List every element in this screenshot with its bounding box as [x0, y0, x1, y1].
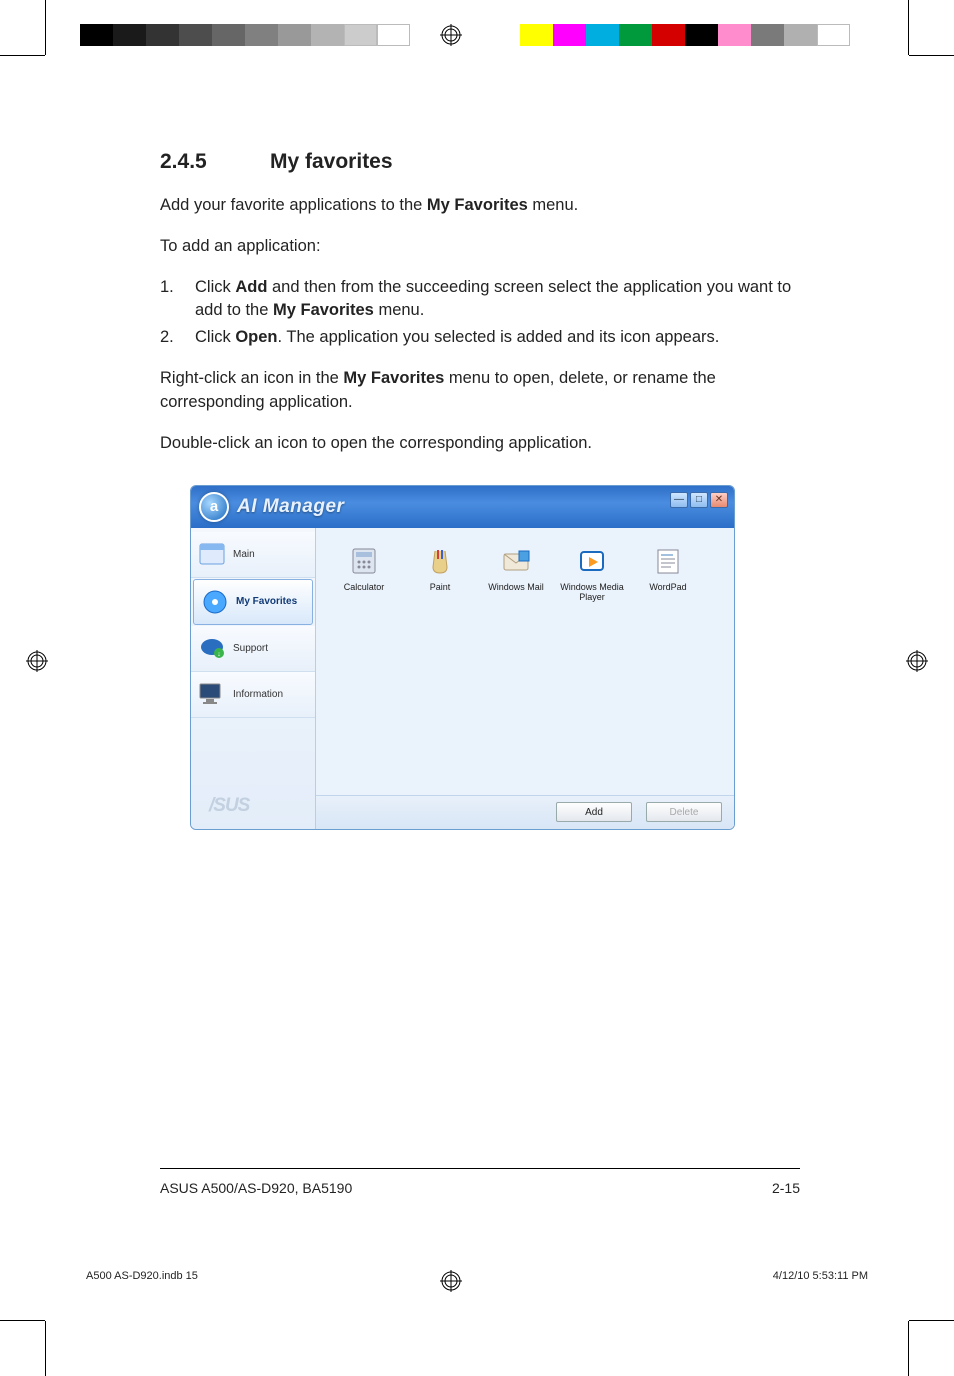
sidebar-item-label: Main	[233, 549, 255, 560]
crop-mark	[0, 1320, 45, 1321]
crop-mark	[45, 1321, 46, 1376]
crop-mark	[908, 1321, 909, 1376]
imposition-footer: A500 AS-D920.indb 15 4/12/10 5:53:11 PM	[86, 1270, 868, 1282]
to-add-line: To add an application:	[160, 235, 800, 258]
favorite-label: Calculator	[344, 582, 385, 592]
favorite-label: Windows Media Player	[560, 582, 624, 602]
svg-text:↓: ↓	[217, 651, 221, 658]
main-panel: Calculator Paint Windows Mail	[316, 528, 734, 829]
crop-mark	[908, 0, 909, 55]
sidebar-item-information[interactable]: Information	[191, 672, 315, 718]
crop-mark	[45, 0, 46, 55]
calculator-icon	[346, 546, 382, 576]
step-number: 2.	[160, 326, 195, 349]
color-swatch-bar	[520, 24, 850, 46]
close-button[interactable]: ✕	[710, 492, 728, 508]
mail-icon	[498, 546, 534, 576]
favorite-item-calculator[interactable]: Calculator	[326, 546, 402, 592]
favorites-grid: Calculator Paint Windows Mail	[316, 528, 734, 795]
favorite-item-wordpad[interactable]: WordPad	[630, 546, 706, 592]
indb-timestamp: 4/12/10 5:53:11 PM	[773, 1270, 868, 1282]
favorite-item-media-player[interactable]: Windows Media Player	[554, 546, 630, 602]
sidebar-item-my-favorites[interactable]: My Favorites	[193, 579, 313, 625]
sidebar-item-label: My Favorites	[236, 596, 297, 607]
app-title: AI Manager	[237, 496, 344, 518]
sidebar: Main My Favorites ↓ Support	[191, 528, 316, 829]
favorite-item-paint[interactable]: Paint	[402, 546, 478, 592]
grayscale-swatch-bar	[80, 24, 410, 46]
registration-mark-icon	[440, 24, 462, 46]
monitor-icon	[197, 680, 227, 708]
asus-support-icon: ↓	[197, 634, 227, 662]
favorite-label: Paint	[430, 582, 451, 592]
intro-paragraph: Add your favorite applications to the My…	[160, 194, 800, 217]
crop-mark	[909, 1320, 954, 1321]
footer-model-text: ASUS A500/AS-D920, BA5190	[160, 1180, 352, 1196]
paint-icon	[422, 546, 458, 576]
media-player-icon	[574, 546, 610, 576]
step-number: 1.	[160, 276, 195, 322]
minimize-button[interactable]: —	[670, 492, 688, 508]
ai-manager-window: a AI Manager — □ ✕ Main	[190, 485, 735, 830]
app-logo-icon: a	[199, 492, 229, 522]
section-heading: 2.4.5 My favorites	[160, 150, 800, 174]
step-text: Click Add and then from the succeeding s…	[195, 276, 800, 322]
disc-icon	[200, 588, 230, 616]
window-icon	[197, 540, 227, 568]
registration-mark-icon	[26, 650, 48, 672]
page-number: 2-15	[772, 1180, 800, 1196]
crop-mark	[909, 55, 954, 56]
sidebar-item-main[interactable]: Main	[191, 532, 315, 578]
indb-filename: A500 AS-D920.indb 15	[86, 1270, 198, 1282]
section-title: My favorites	[270, 150, 393, 174]
sidebar-item-support[interactable]: ↓ Support	[191, 626, 315, 672]
favorite-label: WordPad	[649, 582, 686, 592]
favorite-item-windows-mail[interactable]: Windows Mail	[478, 546, 554, 592]
step-text: Click Open. The application you selected…	[195, 326, 800, 349]
title-bar[interactable]: a AI Manager — □ ✕	[191, 486, 734, 528]
crop-mark	[0, 55, 45, 56]
footer-rule	[160, 1168, 800, 1169]
asus-brand-text: /SUS	[209, 795, 249, 817]
section-number: 2.4.5	[160, 150, 270, 174]
button-bar: Add Delete	[316, 795, 734, 829]
delete-button[interactable]: Delete	[646, 802, 722, 822]
registration-mark-icon	[906, 650, 928, 672]
add-button[interactable]: Add	[556, 802, 632, 822]
doubleclick-paragraph: Double-click an icon to open the corresp…	[160, 432, 800, 455]
favorite-label: Windows Mail	[488, 582, 544, 592]
maximize-button[interactable]: □	[690, 492, 708, 508]
sidebar-item-label: Support	[233, 643, 268, 654]
steps-list: 1. Click Add and then from the succeedin…	[160, 276, 800, 349]
sidebar-item-label: Information	[233, 689, 283, 700]
rightclick-paragraph: Right-click an icon in the My Favorites …	[160, 367, 800, 413]
wordpad-icon	[650, 546, 686, 576]
